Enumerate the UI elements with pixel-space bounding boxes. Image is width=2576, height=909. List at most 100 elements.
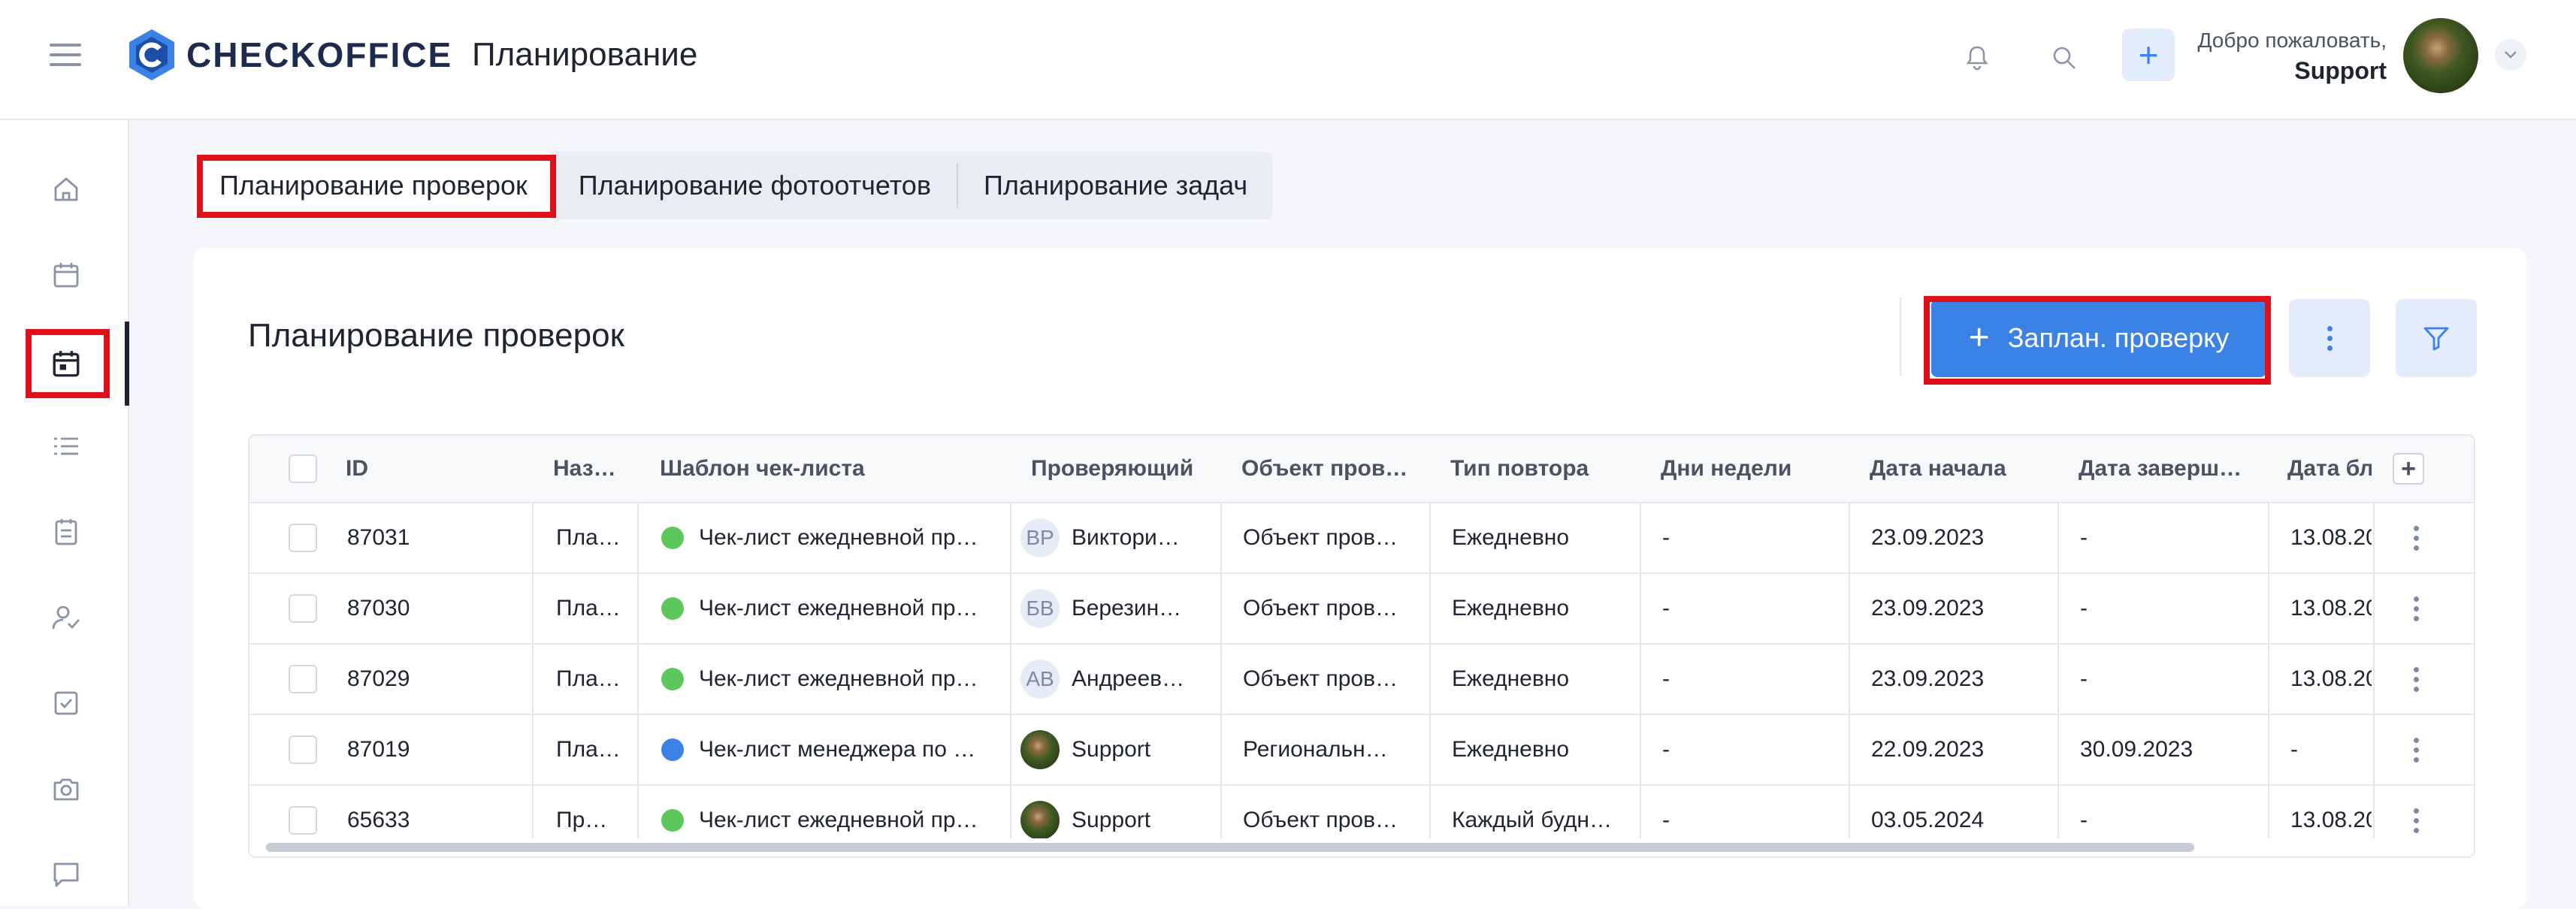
add-column-button[interactable]: + [2393, 436, 2424, 502]
status-dot [661, 597, 684, 620]
row-actions-button[interactable] [2414, 645, 2419, 714]
column-header-end-date[interactable]: Дата заверш… [2079, 436, 2262, 502]
bell-icon[interactable] [1958, 39, 1996, 77]
chevron-down-icon[interactable] [2495, 39, 2526, 71]
checkbox-icon[interactable] [42, 679, 90, 727]
row-checkbox[interactable] [289, 715, 317, 784]
menu-icon[interactable] [50, 44, 81, 66]
column-header-id[interactable]: ID [346, 436, 526, 502]
welcome-block: Добро пожаловать, Support [2198, 26, 2387, 86]
column-header-inspector[interactable]: Проверяющий [1031, 436, 1214, 502]
cell-weekdays: - [1662, 596, 1670, 621]
inspector-initials: ВР [1020, 518, 1060, 557]
sidebar-active-indicator [125, 322, 129, 406]
top-header: CHECKOFFICE Планирование + Добро пожалов… [0, 0, 2576, 120]
inspector-name: Березин… [1072, 596, 1182, 621]
cell-object: Региональн… [1243, 737, 1388, 762]
cell-repeat-type: Ежедневно [1452, 737, 1570, 762]
avatar [1020, 730, 1060, 769]
inspector-name: Support [1072, 737, 1151, 762]
tab-label: Планирование фотоотчетов [578, 170, 931, 201]
quick-add-button[interactable]: + [2122, 29, 2175, 81]
row-actions-button[interactable] [2414, 715, 2419, 784]
kebab-icon [2414, 737, 2419, 763]
column-header-name[interactable]: Наз… [553, 436, 631, 502]
cell-block-date: - [2290, 737, 2298, 762]
cell-end-date: 30.09.2023 [2080, 737, 2194, 762]
row-checkbox[interactable] [289, 503, 317, 572]
template-text: Чек-лист менеджера по … [699, 737, 976, 762]
sidebar [0, 120, 129, 906]
calendar-icon[interactable] [42, 251, 90, 299]
user-name: Support [2294, 57, 2387, 84]
column-header-object[interactable]: Объект пров… [1241, 436, 1425, 502]
tab-highlight-box [197, 155, 556, 218]
row-checkbox[interactable] [289, 574, 317, 643]
cell-start-date: 23.09.2023 [1871, 596, 1985, 621]
template-text: Чек-лист ежедневной пр… [699, 596, 978, 621]
cell-id: 87031 [347, 525, 410, 550]
kebab-icon [2414, 596, 2419, 621]
cell-repeat-type: Ежедневно [1452, 666, 1570, 691]
cell-inspector: АВ Андреев… [1020, 645, 1216, 714]
cell-start-date: 23.09.2023 [1871, 666, 1985, 691]
avatar [1020, 801, 1060, 840]
tab-photo-report-planning[interactable]: Планирование фотоотчетов [553, 152, 957, 219]
cell-name: Пла… [556, 525, 621, 550]
list-icon[interactable] [42, 422, 90, 470]
template-text: Чек-лист ежедневной пр… [699, 666, 978, 691]
table-row[interactable]: 87030 Пла… Чек-лист ежедневной пр… БВ Бе… [249, 574, 2474, 645]
toolbar-divider [1900, 297, 1901, 376]
select-all-checkbox[interactable] [289, 436, 317, 502]
home-icon[interactable] [42, 165, 90, 213]
plus-icon: + [2138, 35, 2159, 74]
clipboard-icon[interactable] [42, 508, 90, 556]
column-header-weekdays[interactable]: Дни недели [1661, 436, 1844, 502]
inspection-table: ID Наз… Шаблон чек-листа Проверяющий Объ… [248, 434, 2475, 858]
button-highlight-box [1924, 296, 2271, 385]
cell-block-date: 13.08.20 [2290, 525, 2372, 550]
cell-name: Пла… [556, 596, 621, 621]
brand-logo[interactable]: CHECKOFFICE [128, 27, 452, 83]
column-header-start-date[interactable]: Дата начала [1870, 436, 2053, 502]
cell-start-date: 23.09.2023 [1871, 525, 1985, 550]
cell-start-date: 22.09.2023 [1871, 737, 1985, 762]
cell-template: Чек-лист ежедневной пр… [661, 503, 1005, 572]
row-actions-button[interactable] [2414, 574, 2419, 643]
cell-end-date: - [2080, 525, 2088, 550]
camera-icon[interactable] [42, 765, 90, 813]
kebab-icon [2414, 666, 2419, 692]
row-actions-button[interactable] [2414, 503, 2419, 572]
cell-id: 87019 [347, 737, 410, 762]
status-dot [661, 809, 684, 832]
table-row[interactable]: 87029 Пла… Чек-лист ежедневной пр… АВ Ан… [249, 645, 2474, 715]
cell-name: Пла… [556, 666, 621, 691]
page-title: Планирование [472, 36, 698, 73]
tab-label: Планирование задач [983, 170, 1248, 201]
card-title: Планирование проверок [248, 317, 624, 354]
scrollbar-thumb[interactable] [266, 843, 2194, 852]
status-dot [661, 738, 684, 761]
table-row[interactable]: 87031 Пла… Чек-лист ежедневной пр… ВР Ви… [249, 503, 2474, 574]
user-check-icon[interactable] [42, 593, 90, 642]
tab-task-planning[interactable]: Планирование задач [958, 152, 1273, 219]
column-header-repeat-type[interactable]: Тип повтора [1450, 436, 1634, 502]
template-text: Чек-лист ежедневной пр… [699, 808, 978, 832]
cell-weekdays: - [1662, 666, 1670, 691]
cell-weekdays: - [1662, 737, 1670, 762]
inspector-name: Андреев… [1072, 666, 1185, 691]
status-dot [661, 668, 684, 690]
table-row[interactable]: 87019 Пла… Чек-лист менеджера по … Suppo… [249, 715, 2474, 786]
more-options-button[interactable] [2289, 299, 2370, 377]
chat-icon[interactable] [42, 850, 90, 898]
search-icon[interactable] [2045, 39, 2083, 77]
cell-name: Пла… [556, 737, 621, 762]
avatar[interactable] [2403, 18, 2478, 93]
column-header-template[interactable]: Шаблон чек-листа [660, 436, 1002, 502]
sidebar-highlight-box [26, 329, 110, 398]
column-header-block-date[interactable]: Дата бл [2287, 436, 2372, 502]
brand-name: CHECKOFFICE [186, 35, 453, 74]
cell-inspector: ВР Виктори… [1020, 503, 1216, 572]
row-checkbox[interactable] [289, 645, 317, 714]
filter-button[interactable] [2396, 299, 2477, 377]
